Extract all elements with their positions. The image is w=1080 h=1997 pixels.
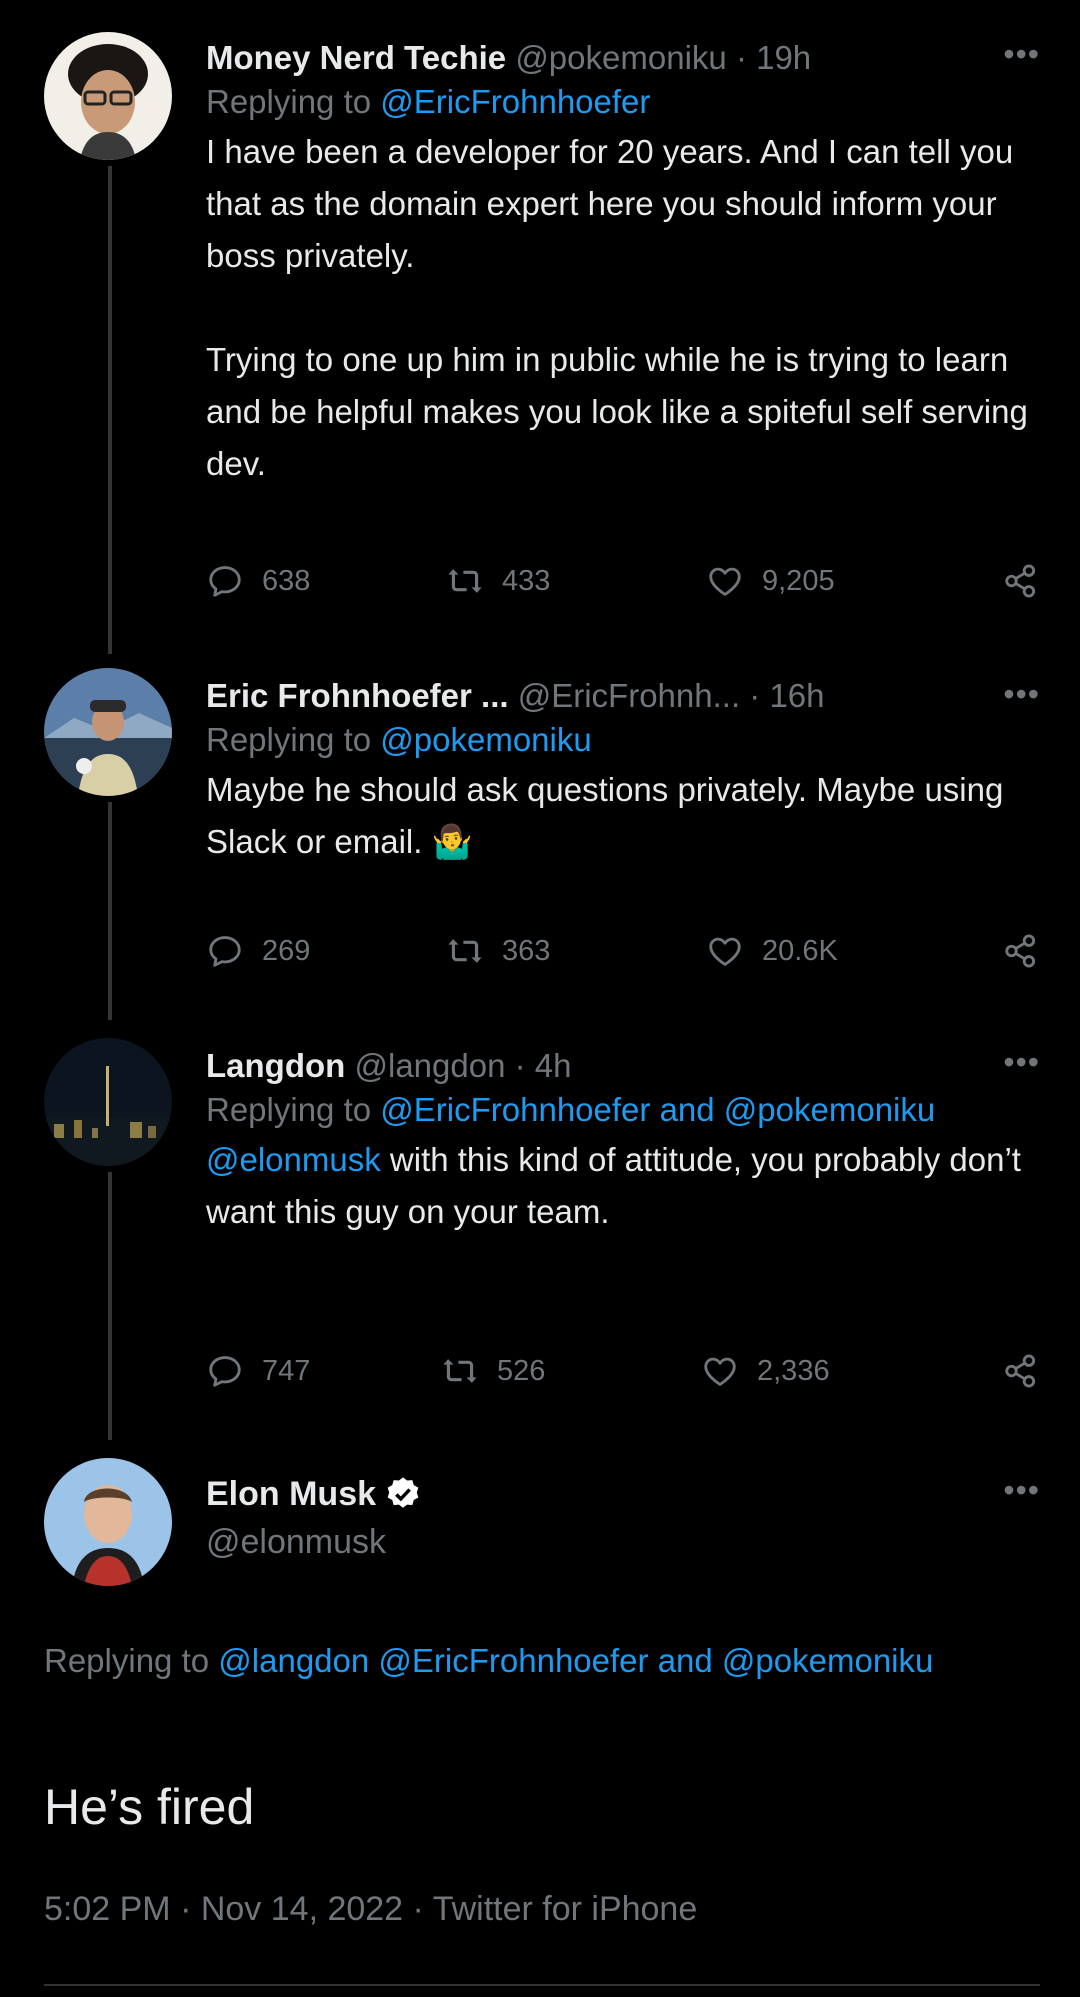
thread-line (108, 166, 112, 654)
tweet-text: I have been a developer for 20 years. An… (206, 126, 1040, 490)
retweet-button[interactable]: 433 (446, 562, 550, 600)
tweet-time[interactable]: · 4h (515, 1047, 572, 1084)
tweet-paragraph: Maybe he should ask questions privately.… (206, 771, 1004, 860)
replying-label: Replying to (206, 83, 372, 120)
mention-link[interactable]: @pokemoniku (724, 1091, 935, 1128)
like-icon (706, 562, 744, 600)
tweet-time[interactable]: · 19h (736, 39, 811, 76)
more-icon[interactable]: ••• (1003, 1472, 1040, 1509)
retweet-icon (446, 562, 484, 600)
like-count: 2,336 (757, 1354, 830, 1387)
mention-link[interactable]: @EricFrohnhoefer (380, 1091, 650, 1128)
retweet-count: 433 (502, 564, 551, 597)
share-button[interactable] (1002, 562, 1040, 605)
tweet-paragraph: I have been a developer for 20 years. An… (206, 133, 1014, 274)
reply-button[interactable]: 269 (206, 932, 310, 970)
replying-label: Replying to (206, 1091, 372, 1128)
and-text: and (657, 1642, 713, 1679)
tweet-text: @elonmusk with this kind of attitude, yo… (206, 1134, 1040, 1238)
like-count: 20.6K (762, 934, 838, 967)
share-icon (1002, 1352, 1040, 1390)
like-icon (701, 1352, 739, 1390)
author-name[interactable]: Langdon (206, 1047, 345, 1084)
retweet-button[interactable]: 526 (441, 1352, 545, 1390)
mention-link[interactable]: @pokemoniku (722, 1642, 933, 1679)
tweet-actions: 747 526 2,336 (206, 1352, 1040, 1396)
divider (44, 1984, 1040, 1986)
reply-icon (206, 562, 244, 600)
tweet-time[interactable]: · 16h (749, 677, 824, 714)
mention-link[interactable]: @EricFrohnhoefer (378, 1642, 648, 1679)
reply-button[interactable]: 747 (206, 1352, 310, 1390)
retweet-icon (446, 932, 484, 970)
reply-count: 269 (262, 934, 311, 967)
retweet-button[interactable]: 363 (446, 932, 550, 970)
share-button[interactable] (1002, 1352, 1040, 1395)
author-name[interactable]: Money Nerd Techie (206, 39, 506, 76)
like-button[interactable]: 9,205 (706, 562, 835, 600)
mention-link[interactable]: @pokemoniku (380, 721, 591, 758)
share-icon (1002, 932, 1040, 970)
thread-line (108, 1172, 112, 1440)
replying-label: Replying to (44, 1642, 210, 1679)
tweet-text: Maybe he should ask questions privately.… (206, 764, 1040, 868)
author-name[interactable]: Elon Musk (206, 1470, 376, 1518)
like-count: 9,205 (762, 564, 835, 597)
like-button[interactable]: 20.6K (706, 932, 838, 970)
reply-button[interactable]: 638 (206, 562, 310, 600)
author-name[interactable]: Eric Frohnhoefer ... (206, 677, 509, 714)
and-text: and (659, 1091, 715, 1128)
reply-icon (206, 932, 244, 970)
share-icon (1002, 562, 1040, 600)
author-handle[interactable]: @pokemoniku (515, 39, 726, 76)
author-handle[interactable]: @EricFrohnh... (518, 677, 740, 714)
avatar[interactable] (44, 32, 172, 160)
tweet-actions: 638 433 9,205 (206, 562, 1040, 606)
reply-icon (206, 1352, 244, 1390)
tweet-actions: 269 363 20.6K (206, 932, 1040, 976)
avatar[interactable] (44, 1038, 172, 1166)
retweet-count: 363 (502, 934, 551, 967)
shrug-emoji: 🤷‍♂️ (431, 823, 473, 860)
like-button[interactable]: 2,336 (701, 1352, 830, 1390)
avatar[interactable] (44, 668, 172, 796)
retweet-count: 526 (497, 1354, 546, 1387)
avatar[interactable] (44, 1458, 172, 1586)
replying-label: Replying to (206, 721, 372, 758)
reply-count: 747 (262, 1354, 311, 1387)
mention-link[interactable]: @langdon (218, 1642, 369, 1679)
tweet-timestamp[interactable]: 5:02 PM · Nov 14, 2022 · Twitter for iPh… (44, 1890, 697, 1929)
author-handle[interactable]: @langdon (354, 1047, 505, 1084)
verified-badge-icon (387, 1477, 419, 1508)
main-tweet-text: He’s fired (44, 1779, 255, 1835)
mention-link[interactable]: @EricFrohnhoefer (380, 83, 650, 120)
thread-line (108, 802, 112, 1020)
share-button[interactable] (1002, 932, 1040, 975)
reply-count: 638 (262, 564, 311, 597)
tweet-paragraph: Trying to one up him in public while he … (206, 341, 1028, 482)
author-handle[interactable]: @elonmusk (206, 1518, 422, 1566)
like-icon (706, 932, 744, 970)
mention-link[interactable]: @elonmusk (206, 1141, 381, 1178)
retweet-icon (441, 1352, 479, 1390)
